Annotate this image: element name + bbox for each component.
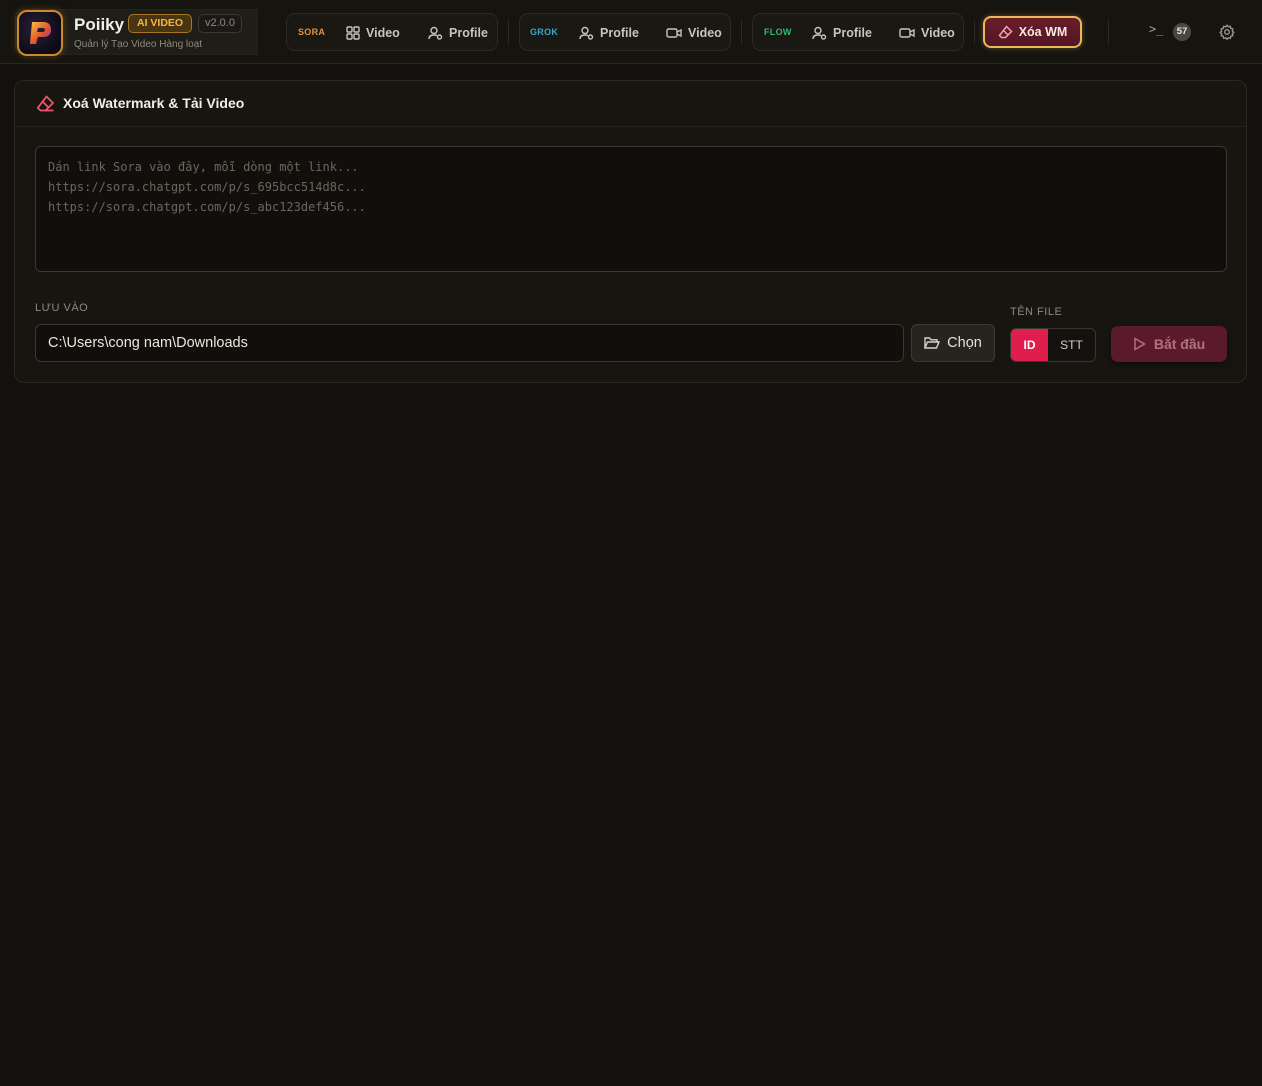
app-logo-icon — [17, 10, 63, 56]
flow-video-label: Video — [921, 25, 955, 40]
sora-profile-label: Profile — [449, 25, 488, 40]
grok-video-button[interactable]: Video — [666, 20, 722, 45]
gear-icon — [1219, 24, 1235, 41]
eraser-icon — [998, 25, 1013, 39]
choose-folder-label: Chọn — [947, 335, 982, 351]
play-icon — [1134, 337, 1146, 351]
sora-profile-button[interactable]: Profile — [428, 20, 488, 45]
version-badge: v2.0.0 — [198, 14, 242, 33]
flow-profile-label: Profile — [833, 25, 872, 40]
video-camera-icon — [899, 27, 915, 38]
folder-open-icon — [924, 337, 941, 349]
remove-watermark-label: Xóa WM — [1018, 25, 1068, 39]
start-button[interactable]: Bắt đầu — [1111, 326, 1227, 362]
settings-button[interactable] — [1219, 24, 1235, 45]
save-path-input[interactable] — [35, 324, 904, 362]
divider — [1108, 20, 1109, 44]
video-camera-icon — [666, 27, 682, 38]
grok-profile-button[interactable]: Profile — [579, 20, 639, 45]
flow-nav-group: FLOW Profile Video — [752, 13, 964, 51]
app-name: Poiiky — [74, 15, 125, 34]
choose-folder-button[interactable]: Chọn — [911, 324, 995, 362]
grid-icon — [346, 25, 360, 40]
grok-label: GROK — [530, 27, 559, 37]
sora-video-button[interactable]: Video — [346, 20, 400, 45]
sora-nav-group: SORA Video Profile — [286, 13, 498, 51]
grok-profile-label: Profile — [600, 25, 639, 40]
sora-video-label: Video — [366, 25, 400, 40]
terminal-icon: >_ — [1149, 22, 1164, 36]
save-to-label: LƯU VÀO — [35, 302, 89, 314]
sora-label: SORA — [298, 27, 326, 37]
brand: Poiiky AI VIDEO v2.0.0 Quản lý Tạo Video… — [15, 9, 258, 56]
start-label: Bắt đầu — [1153, 336, 1206, 352]
log-count-badge: 57 — [1173, 23, 1191, 41]
grok-nav-group: GROK Profile Video — [519, 13, 731, 51]
remove-watermark-tab[interactable]: Xóa WM — [983, 16, 1082, 48]
divider — [508, 20, 509, 44]
flow-video-button[interactable]: Video — [899, 20, 955, 45]
ai-video-badge: AI VIDEO — [128, 14, 193, 33]
grok-video-label: Video — [688, 25, 722, 40]
filename-option-id[interactable]: ID — [1011, 329, 1048, 361]
app-subtitle: Quản lý Tạo Video Hàng loạt — [74, 39, 203, 50]
eraser-icon — [36, 95, 55, 112]
flow-label: FLOW — [764, 27, 792, 37]
user-icon — [579, 26, 594, 40]
panel-header: Xoá Watermark & Tải Video — [15, 81, 1246, 127]
divider — [741, 20, 742, 44]
panel-title: Xoá Watermark & Tải Video — [63, 95, 245, 111]
links-textarea[interactable] — [35, 146, 1227, 272]
terminal-button[interactable]: >_ — [1149, 22, 1163, 36]
filename-label: TÊN FILE — [1010, 306, 1063, 318]
filename-mode-toggle: ID STT — [1010, 328, 1096, 362]
top-bar: Poiiky AI VIDEO v2.0.0 Quản lý Tạo Video… — [0, 0, 1262, 64]
filename-option-stt[interactable]: STT — [1048, 329, 1095, 361]
user-icon — [428, 26, 443, 40]
flow-profile-button[interactable]: Profile — [812, 20, 872, 45]
divider — [974, 20, 975, 44]
user-icon — [812, 26, 827, 40]
watermark-panel: Xoá Watermark & Tải Video LƯU VÀO Chọn T… — [14, 80, 1247, 383]
